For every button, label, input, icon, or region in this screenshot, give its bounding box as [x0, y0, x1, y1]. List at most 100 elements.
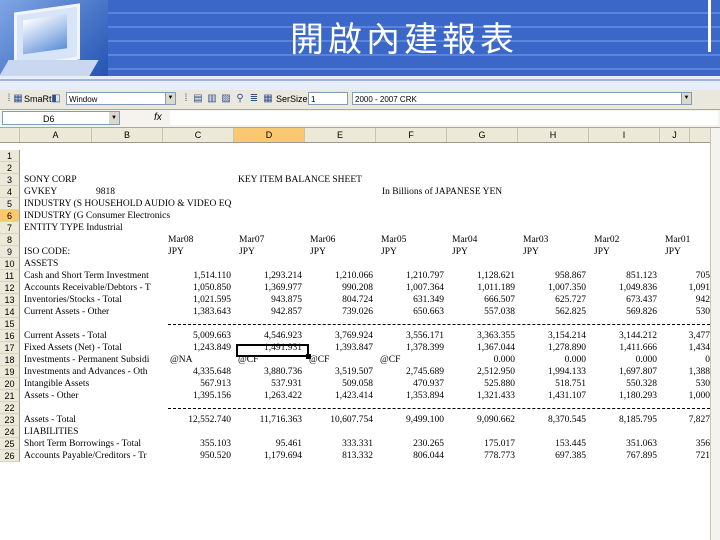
cell-value[interactable]: 470.937: [376, 378, 444, 390]
cell-value[interactable]: 804.724: [305, 294, 373, 306]
row-header-4[interactable]: 4: [0, 186, 20, 198]
cell-a3[interactable]: SONY CORP: [24, 174, 77, 186]
cell-currency[interactable]: JPY: [523, 246, 539, 258]
calculator-icon[interactable]: ▥: [206, 93, 218, 105]
cell-a4[interactable]: GVKEY: [24, 186, 57, 198]
cell-value[interactable]: 1,179.694: [234, 450, 302, 462]
row-header-11[interactable]: 11: [0, 270, 20, 282]
cell-value[interactable]: 1,369.977: [234, 282, 302, 294]
selected-cell-d6[interactable]: [236, 344, 311, 359]
cell-value[interactable]: 0: [642, 354, 710, 366]
cell-a18[interactable]: Investments - Permanent Subsidi: [24, 354, 149, 366]
select-all-button[interactable]: [0, 128, 20, 142]
smart-icon[interactable]: ▦: [12, 93, 24, 105]
row-header-23[interactable]: 23: [0, 414, 20, 426]
cell-value[interactable]: 943.875: [234, 294, 302, 306]
row-header-9[interactable]: 9: [0, 246, 20, 258]
cell-value[interactable]: 1,994.133: [518, 366, 586, 378]
cell-value[interactable]: 739.026: [305, 306, 373, 318]
cell-value[interactable]: 778.773: [447, 450, 515, 462]
cell-value[interactable]: 990.208: [305, 282, 373, 294]
column-header-i[interactable]: I: [589, 128, 660, 142]
cell-value[interactable]: 9,499.100: [376, 414, 444, 426]
row-header-3[interactable]: 3: [0, 174, 20, 186]
cell-value[interactable]: 1,007.350: [518, 282, 586, 294]
cell-value[interactable]: 721: [642, 450, 710, 462]
cell-value[interactable]: 1,007.364: [376, 282, 444, 294]
cell-value[interactable]: 3,363.355: [447, 330, 515, 342]
cell-value[interactable]: 942.857: [234, 306, 302, 318]
cell-value[interactable]: 153.445: [518, 438, 586, 450]
cell-a25[interactable]: Short Term Borrowings - Total: [24, 438, 141, 450]
grid-icon[interactable]: ▦: [262, 93, 274, 105]
cell-value[interactable]: 355.103: [163, 438, 231, 450]
cell-value[interactable]: 333.331: [305, 438, 373, 450]
cell-value[interactable]: 1,321.433: [447, 390, 515, 402]
row-header-24[interactable]: 24: [0, 426, 20, 438]
cell-value[interactable]: 4,546.923: [234, 330, 302, 342]
cell-value[interactable]: 1,514.110: [163, 270, 231, 282]
cell-value[interactable]: 1,431.107: [518, 390, 586, 402]
cell-value[interactable]: 1,050.850: [163, 282, 231, 294]
row-header-17[interactable]: 17: [0, 342, 20, 354]
cell-value[interactable]: 10,607.754: [305, 414, 373, 426]
row-header-15[interactable]: 15: [0, 318, 20, 330]
cell-currency[interactable]: JPY: [594, 246, 610, 258]
cell-value[interactable]: 1,353.894: [376, 390, 444, 402]
cell-value[interactable]: 3,556.171: [376, 330, 444, 342]
column-header-c[interactable]: C: [163, 128, 234, 142]
cell-value[interactable]: 1,210.066: [305, 270, 373, 282]
cell-value[interactable]: 1,393.847: [305, 342, 373, 354]
cell-a9[interactable]: ISO CODE:: [24, 246, 70, 258]
cell-value[interactable]: 95.461: [234, 438, 302, 450]
cell-year[interactable]: Mar08: [168, 234, 193, 246]
row-header-16[interactable]: 16: [0, 330, 20, 342]
cell-value[interactable]: 518.751: [518, 378, 586, 390]
cell-year[interactable]: Mar05: [381, 234, 406, 246]
row-header-18[interactable]: 18: [0, 354, 20, 366]
range-combo[interactable]: 2000 - 2007 CRK ▼: [352, 92, 692, 105]
row-header-6[interactable]: 6: [0, 210, 20, 222]
cell-value[interactable]: @CF: [309, 354, 329, 366]
cell-value[interactable]: 9,090.662: [447, 414, 515, 426]
cell-a10[interactable]: ASSETS: [24, 258, 58, 270]
cell-value[interactable]: 1,388: [642, 366, 710, 378]
cell-value[interactable]: 3,519.507: [305, 366, 373, 378]
column-header-g[interactable]: G: [447, 128, 518, 142]
cell-value[interactable]: 1,367.044: [447, 342, 515, 354]
row-header-5[interactable]: 5: [0, 198, 20, 210]
cell-currency[interactable]: JPY: [239, 246, 255, 258]
cell-value[interactable]: 1,278.890: [518, 342, 586, 354]
cell-value[interactable]: 530: [642, 306, 710, 318]
cell-value[interactable]: 537.931: [234, 378, 302, 390]
cell-a13[interactable]: Inventories/Stocks - Total: [24, 294, 122, 306]
spreadsheet-grid[interactable]: ABCDEFGHIJ 1 2 3 4 5 6 7 8 9 10 11 12 13 14 15 16 17 18 19…: [0, 128, 720, 540]
cell-value[interactable]: 1,383.643: [163, 306, 231, 318]
cell-value[interactable]: 950.520: [163, 450, 231, 462]
cell-value[interactable]: 1,243.849: [163, 342, 231, 354]
vertical-scrollbar[interactable]: [710, 128, 720, 540]
cell-a24[interactable]: LIABILITIES: [24, 426, 78, 438]
cell-value[interactable]: 1,434: [642, 342, 710, 354]
cell-value[interactable]: 509.058: [305, 378, 373, 390]
cell-value[interactable]: 1,021.595: [163, 294, 231, 306]
row-header-7[interactable]: 7: [0, 222, 20, 234]
cell-value[interactable]: 11,716.363: [234, 414, 302, 426]
cell-value[interactable]: 3,880.736: [234, 366, 302, 378]
cell-year[interactable]: Mar01: [665, 234, 690, 246]
chevron-down-icon[interactable]: ▼: [681, 93, 691, 104]
smart-label[interactable]: SmaRt: [24, 94, 52, 104]
filter-icon[interactable]: ⚲: [234, 93, 246, 105]
cell-currency[interactable]: JPY: [310, 246, 326, 258]
cell-value[interactable]: 562.825: [518, 306, 586, 318]
cell-year[interactable]: Mar02: [594, 234, 619, 246]
row-header-25[interactable]: 25: [0, 438, 20, 450]
cell-value[interactable]: 7,827: [642, 414, 710, 426]
cell-a26[interactable]: Accounts Payable/Creditors - Tr: [24, 450, 147, 462]
cell-value[interactable]: 650.663: [376, 306, 444, 318]
cell-value[interactable]: 666.507: [447, 294, 515, 306]
cell-value[interactable]: 625.727: [518, 294, 586, 306]
row-header-26[interactable]: 26: [0, 450, 20, 462]
cell-b18[interactable]: @NA: [170, 354, 192, 366]
cell-value[interactable]: 1,011.189: [447, 282, 515, 294]
